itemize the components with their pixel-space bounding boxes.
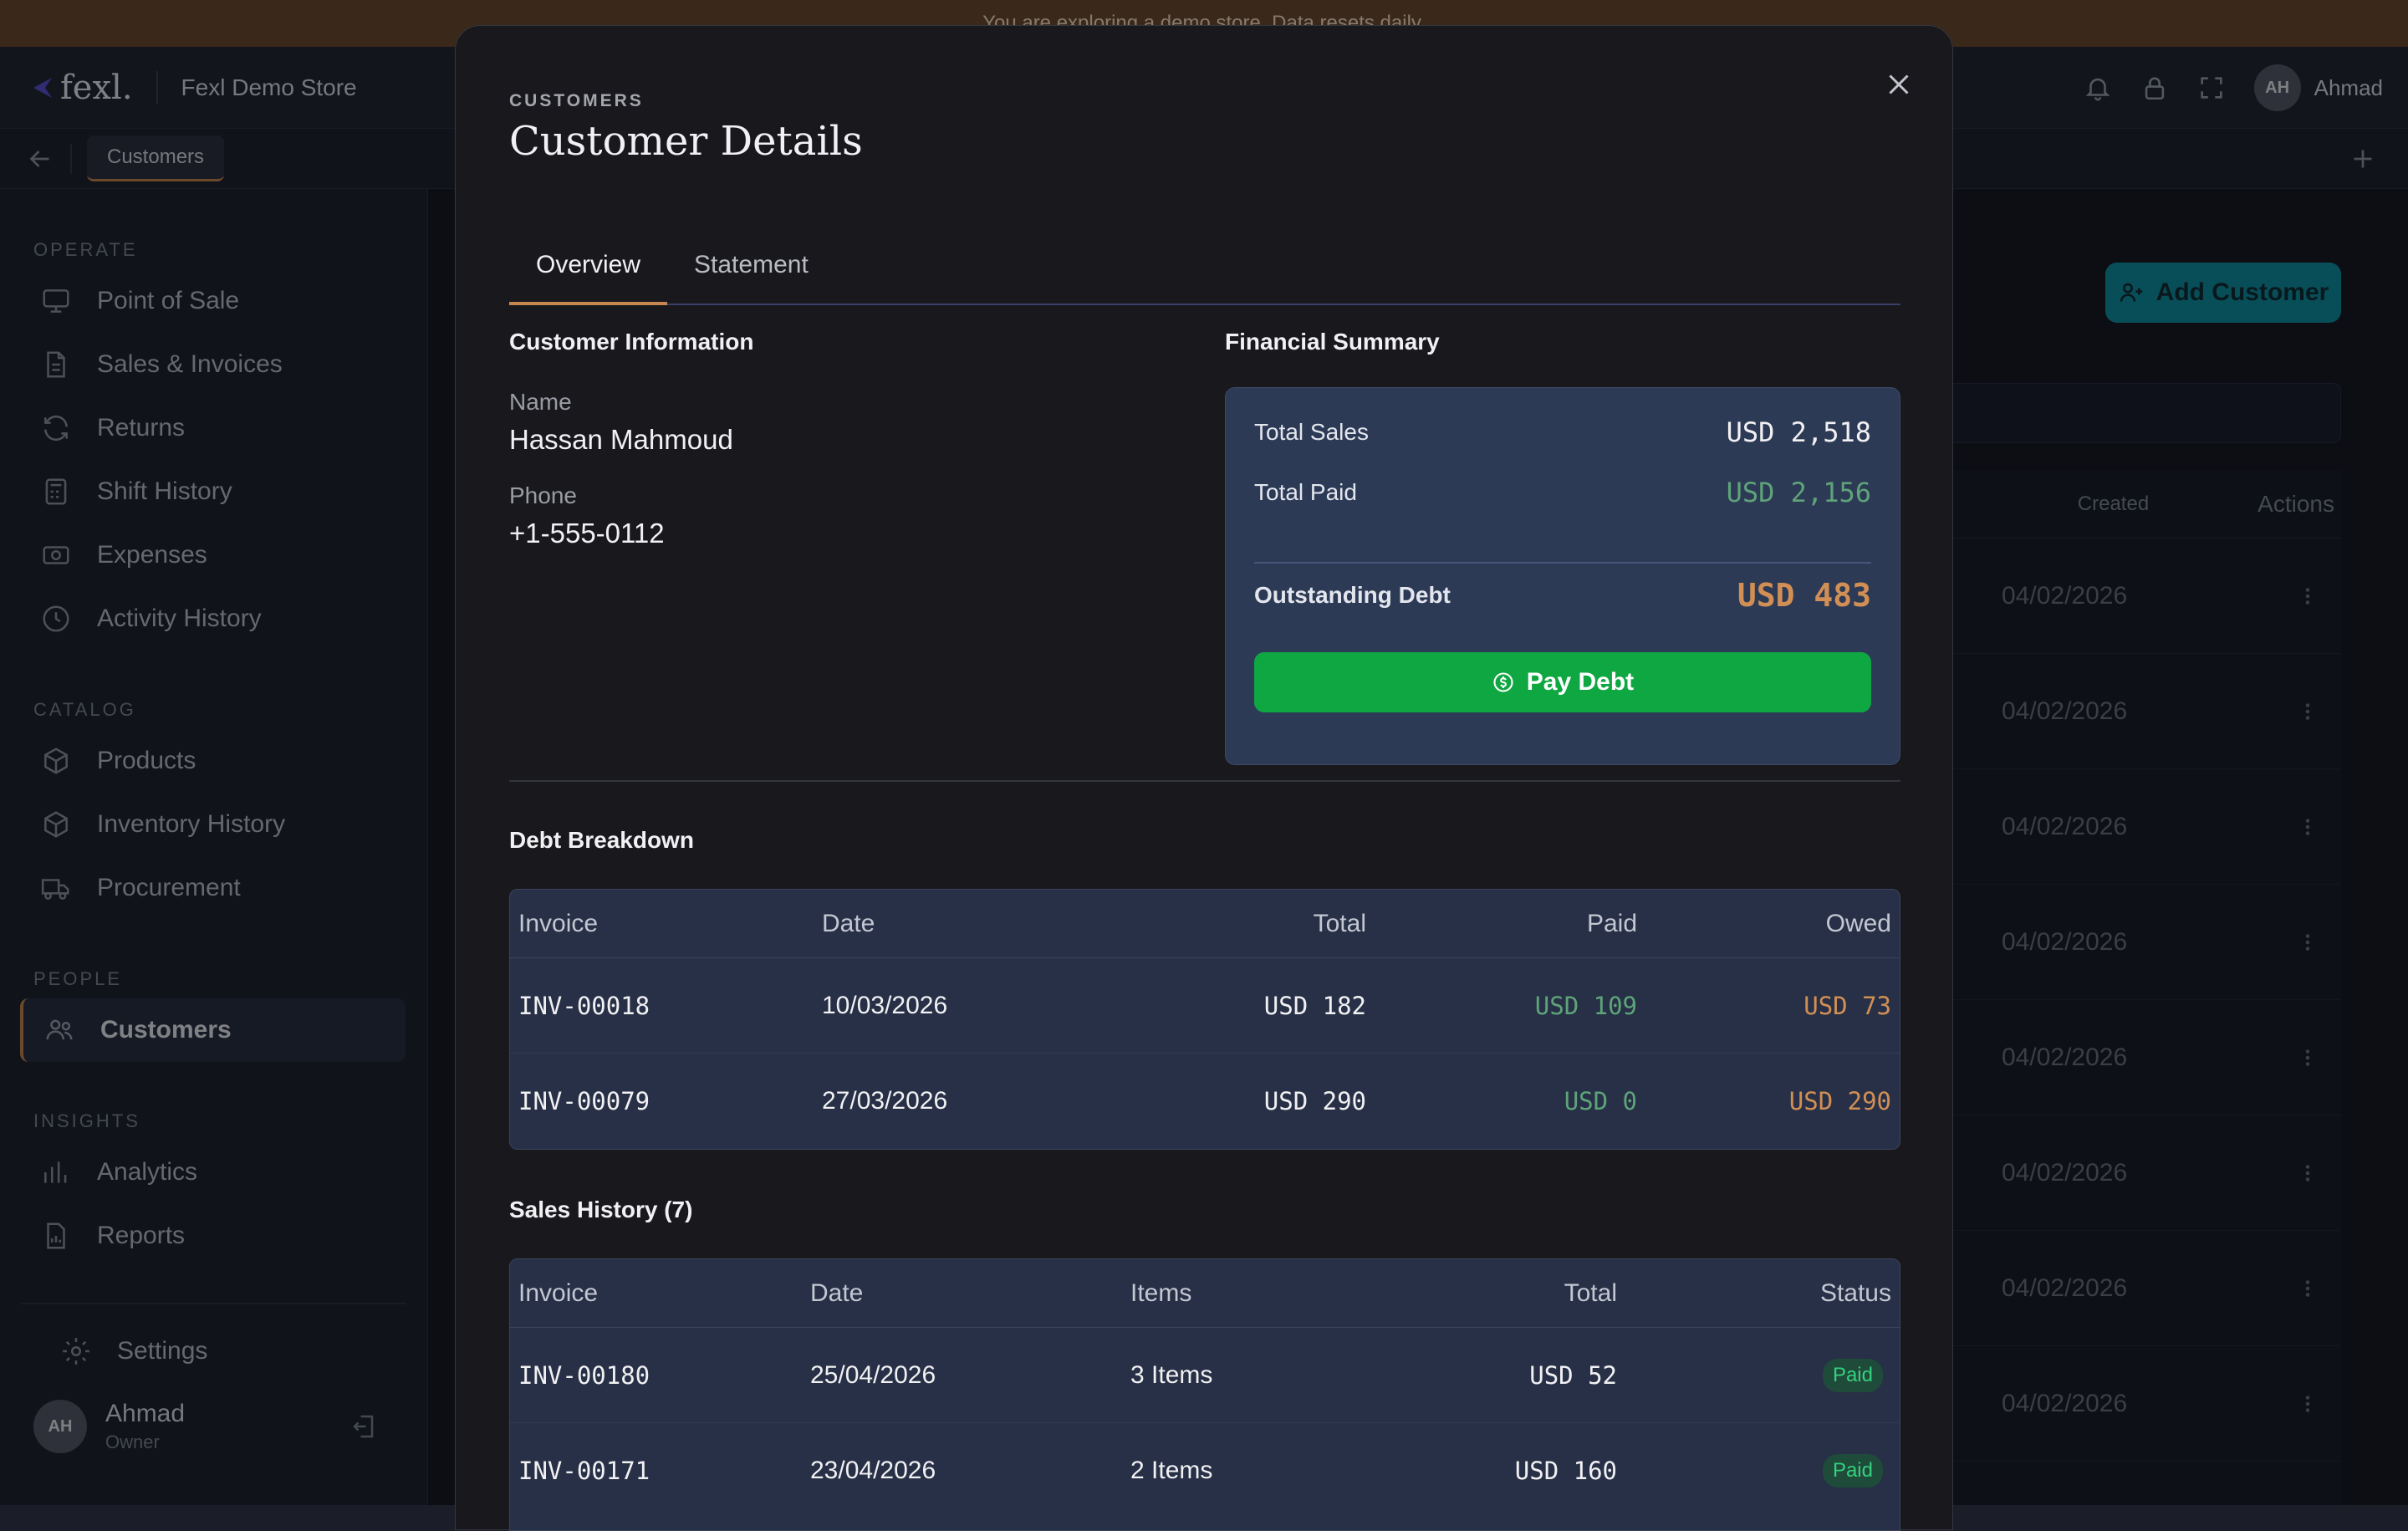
column-items: Items [1130,1278,1192,1307]
table-header: Invoice Date Total Paid Owed [510,890,1900,958]
status-cell: Paid [1822,1328,1883,1422]
table-header: Invoice Date Items Total Status [510,1259,1900,1328]
sales-history-table: Invoice Date Items Total Status INV-0018… [509,1258,1900,1531]
status-cell: Paid [1822,1423,1883,1518]
pay-debt-label: Pay Debt [1526,668,1635,696]
dollar-circle-icon [1493,672,1513,692]
name-label: Name [509,389,572,415]
column-date: Date [822,909,875,937]
tab-overview[interactable]: Overview [509,227,668,305]
invoice-total: USD 182 [1263,991,1366,1020]
customer-details-modal: CUSTOMERS Customer Details Overview Stat… [455,25,1953,1531]
total-paid-value: USD 2,156 [1726,477,1871,508]
column-total: Total [1564,1278,1617,1307]
total-sales-row: Total Sales USD 2,518 [1254,416,1871,448]
table-row[interactable]: INV-00018 10/03/2026 USD 182 USD 109 USD… [510,958,1900,1054]
column-status: Status [1819,1278,1891,1307]
outstanding-debt-label: Outstanding Debt [1254,582,1451,608]
invoice-date: 23/04/2026 [810,1457,936,1484]
table-row[interactable]: INV-00171 23/04/2026 2 Items USD 160 Pai… [510,1423,1900,1518]
invoice-paid: USD 109 [1534,991,1637,1020]
invoice-total: USD 160 [1514,1457,1617,1485]
column-owed: Owed [1825,909,1891,937]
phone-label: Phone [509,482,577,508]
invoice-number: INV-00180 [518,1360,650,1390]
modal-tabs: Overview Statement [509,227,1900,305]
invoice-total: USD 52 [1529,1360,1617,1390]
outstanding-debt-row: Outstanding Debt USD 483 [1254,560,1871,630]
invoice-date: 25/04/2026 [810,1360,936,1389]
invoice-date: 10/03/2026 [822,991,948,1019]
invoice-number: INV-00171 [518,1457,650,1485]
customer-info-title: Customer Information [509,329,754,355]
invoice-owed: USD 290 [1788,1087,1891,1115]
modal-title: Customer Details [509,118,863,165]
table-row[interactable]: INV-00079 27/03/2026 USD 290 USD 0 USD 2… [510,1054,1900,1149]
invoice-number: INV-00079 [518,1087,650,1115]
outstanding-debt-value: USD 483 [1737,577,1871,614]
column-paid: Paid [1586,909,1637,937]
column-invoice: Invoice [518,909,599,937]
total-paid-label: Total Paid [1254,479,1357,505]
invoice-paid: USD 0 [1564,1087,1637,1115]
close-icon[interactable] [1884,69,1914,100]
financial-summary-card: Total Sales USD 2,518 Total Paid USD 2,1… [1225,387,1900,765]
debt-breakdown-title: Debt Breakdown [509,827,694,853]
total-paid-row: Total Paid USD 2,156 [1254,477,1871,508]
total-sales-label: Total Sales [1254,419,1369,445]
debt-breakdown-table: Invoice Date Total Paid Owed INV-00018 1… [509,889,1900,1150]
column-invoice: Invoice [518,1278,599,1307]
invoice-total: USD 290 [1263,1087,1366,1115]
name-value: Hassan Mahmoud [509,424,733,455]
tab-statement[interactable]: Statement [667,227,835,305]
invoice-items: 3 Items [1130,1360,1213,1389]
status-badge: Paid [1822,1454,1883,1488]
invoice-items: 2 Items [1130,1457,1213,1484]
phone-value: +1-555-0112 [509,518,665,549]
invoice-date: 27/03/2026 [822,1087,948,1115]
column-date: Date [810,1278,864,1307]
section-divider [509,780,1900,782]
sales-history-title: Sales History (7) [509,1197,693,1222]
invoice-owed: USD 73 [1803,991,1891,1020]
total-sales-value: USD 2,518 [1726,416,1871,448]
financial-summary-title: Financial Summary [1225,329,1440,355]
invoice-number: INV-00018 [518,991,650,1020]
pay-debt-button[interactable]: Pay Debt [1254,652,1871,712]
status-badge: Paid [1822,1358,1883,1392]
column-total: Total [1313,909,1366,937]
modal-eyebrow: CUSTOMERS [509,91,644,110]
table-row[interactable]: INV-00180 25/04/2026 3 Items USD 52 Paid [510,1328,1900,1423]
